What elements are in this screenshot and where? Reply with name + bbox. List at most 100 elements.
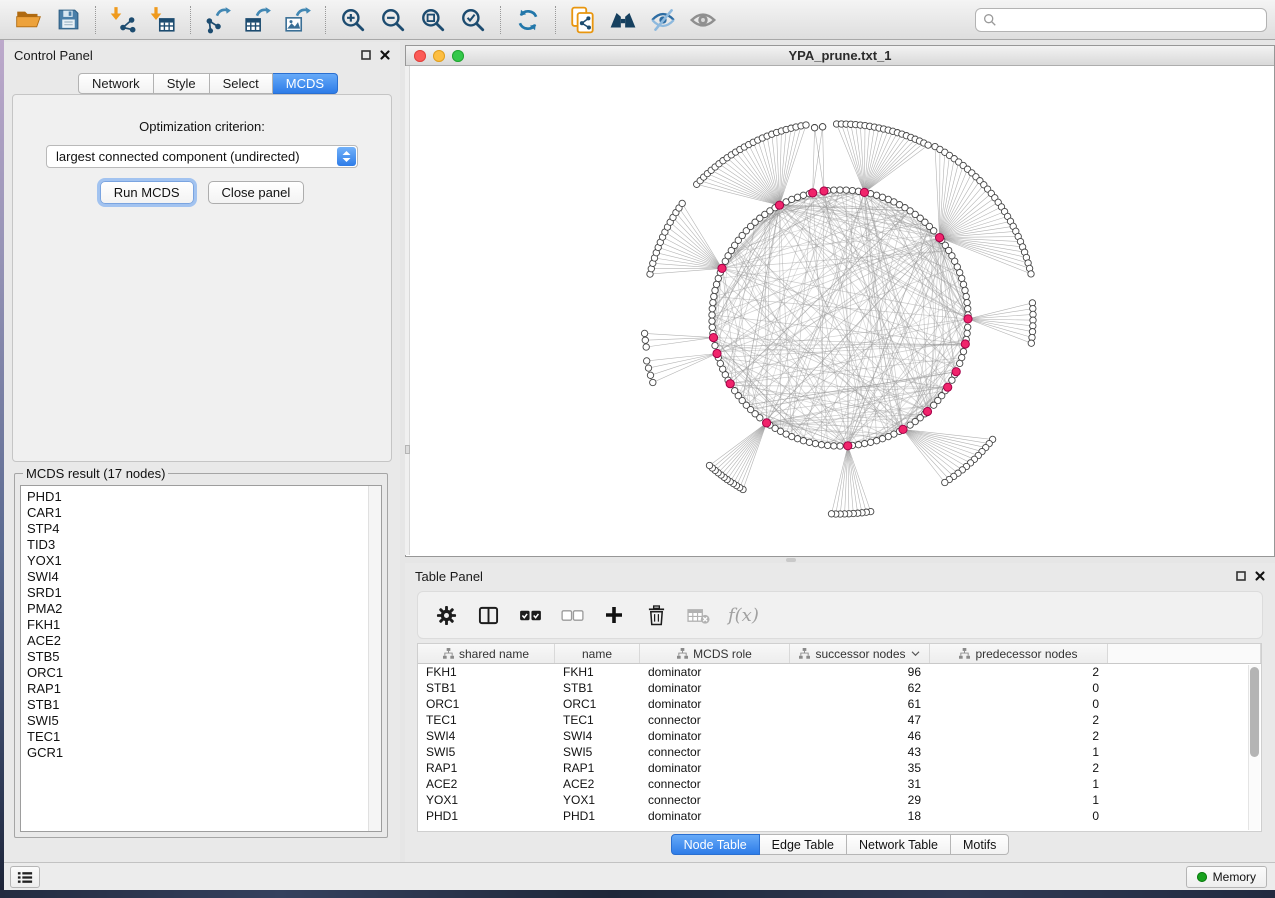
cell-predecessor-nodes: 2	[930, 664, 1108, 680]
mcds-result-item[interactable]: TEC1	[27, 729, 381, 745]
tab-select[interactable]: Select	[210, 73, 273, 94]
close-panel-icon[interactable]	[380, 50, 390, 60]
add-row-icon[interactable]	[602, 603, 626, 627]
column-header-mcds-role[interactable]: MCDS role	[640, 644, 790, 663]
cell-shared-name: YOX1	[418, 792, 555, 808]
table-row[interactable]: STB1STB1dominator620	[418, 680, 1261, 696]
mcds-result-item[interactable]: STB1	[27, 697, 381, 713]
run-mcds-button[interactable]: Run MCDS	[100, 181, 194, 204]
show-details-icon[interactable]	[686, 4, 720, 36]
zoom-out-icon[interactable]	[376, 4, 410, 36]
task-history-button[interactable]	[10, 866, 40, 888]
cell-shared-name: TEC1	[418, 712, 555, 728]
table-row[interactable]: YOX1YOX1connector291	[418, 792, 1261, 808]
float-panel-icon[interactable]	[361, 50, 371, 60]
open-session-icon[interactable]	[11, 4, 45, 36]
float-panel-icon[interactable]	[1236, 571, 1246, 581]
tab-edge-table[interactable]: Edge Table	[760, 834, 847, 855]
mcds-result-item[interactable]: CAR1	[27, 505, 381, 521]
cell-mcds-role: dominator	[640, 680, 790, 696]
mcds-result-item[interactable]: YOX1	[27, 553, 381, 569]
mcds-result-item[interactable]: STP4	[27, 521, 381, 537]
mcds-result-item[interactable]: SRD1	[27, 585, 381, 601]
delete-table-icon[interactable]	[686, 603, 710, 627]
tab-motifs[interactable]: Motifs	[951, 834, 1009, 855]
cell-mcds-role: connector	[640, 712, 790, 728]
mcds-result-item[interactable]: FKH1	[27, 617, 381, 633]
show-columns-icon[interactable]	[476, 603, 500, 627]
table-scrollbar[interactable]	[1248, 665, 1260, 830]
mcds-result-item[interactable]: GCR1	[27, 745, 381, 761]
share-document-icon[interactable]	[566, 4, 600, 36]
import-table-icon[interactable]	[146, 4, 180, 36]
close-panel-icon[interactable]	[1255, 571, 1265, 581]
column-header-name[interactable]: name	[555, 644, 640, 663]
network-left-scrollbar-handle[interactable]	[405, 445, 410, 454]
maximize-window-icon[interactable]	[452, 50, 464, 62]
mcds-result-item[interactable]: PHD1	[27, 489, 381, 505]
minimize-window-icon[interactable]	[433, 50, 445, 62]
network-view-canvas[interactable]	[406, 66, 1274, 556]
table-scrollbar-thumb[interactable]	[1250, 667, 1259, 757]
mcds-result-item[interactable]: SWI5	[27, 713, 381, 729]
export-image-icon[interactable]	[281, 4, 315, 36]
function-builder-icon[interactable]: f(x)	[728, 605, 759, 626]
mcds-result-item[interactable]: ORC1	[27, 665, 381, 681]
cell-successor-nodes: 18	[790, 808, 930, 824]
save-session-icon[interactable]	[51, 4, 85, 36]
main-toolbar	[0, 0, 1275, 40]
search-input[interactable]	[1001, 12, 1259, 28]
import-network-icon[interactable]	[106, 4, 140, 36]
unselect-all-columns-icon[interactable]	[560, 603, 584, 627]
table-row[interactable]: TEC1TEC1connector472	[418, 712, 1261, 728]
cell-predecessor-nodes: 2	[930, 760, 1108, 776]
tab-mcds[interactable]: MCDS	[273, 73, 338, 94]
cell-predecessor-nodes: 0	[930, 808, 1108, 824]
table-row[interactable]: ORC1ORC1dominator610	[418, 696, 1261, 712]
criterion-selected-value: largest connected component (undirected)	[56, 149, 300, 164]
mcds-result-item[interactable]: RAP1	[27, 681, 381, 697]
table-row[interactable]: FKH1FKH1dominator962	[418, 664, 1261, 680]
cell-successor-nodes: 46	[790, 728, 930, 744]
export-network-icon[interactable]	[201, 4, 235, 36]
refresh-view-icon[interactable]	[511, 4, 545, 36]
close-panel-button[interactable]: Close panel	[208, 181, 305, 204]
tab-network[interactable]: Network	[78, 73, 154, 94]
mcds-list-scrollbar[interactable]	[368, 486, 381, 831]
tab-node-table[interactable]: Node Table	[671, 834, 760, 855]
column-header-successor-nodes[interactable]: successor nodes	[790, 644, 930, 663]
criterion-select[interactable]: largest connected component (undirected)	[46, 145, 358, 168]
column-header-predecessor-nodes[interactable]: predecessor nodes	[930, 644, 1108, 663]
tab-style[interactable]: Style	[154, 73, 210, 94]
tab-network-table[interactable]: Network Table	[847, 834, 951, 855]
cell-mcds-role: connector	[640, 792, 790, 808]
memory-button[interactable]: Memory	[1186, 866, 1267, 888]
zoom-in-icon[interactable]	[336, 4, 370, 36]
panel-splitter-grip[interactable]	[786, 558, 796, 562]
export-table-icon[interactable]	[241, 4, 275, 36]
table-row[interactable]: SWI5SWI5connector431	[418, 744, 1261, 760]
search-network-icon[interactable]	[606, 4, 640, 36]
zoom-selected-icon[interactable]	[456, 4, 490, 36]
column-header-shared-name[interactable]: shared name	[418, 644, 555, 663]
table-row[interactable]: ACE2ACE2connector311	[418, 776, 1261, 792]
cell-shared-name: STB1	[418, 680, 555, 696]
close-window-icon[interactable]	[414, 50, 426, 62]
hide-details-icon[interactable]	[646, 4, 680, 36]
mcds-result-item[interactable]: PMA2	[27, 601, 381, 617]
settings-gear-icon[interactable]	[434, 603, 458, 627]
table-row[interactable]: RAP1RAP1dominator352	[418, 760, 1261, 776]
network-left-scrollbar[interactable]	[405, 66, 410, 555]
table-row[interactable]: PHD1PHD1dominator180	[418, 808, 1261, 824]
mcds-result-item[interactable]: STB5	[27, 649, 381, 665]
zoom-fit-icon[interactable]	[416, 4, 450, 36]
select-all-columns-icon[interactable]	[518, 603, 542, 627]
network-graph-canvas[interactable]	[406, 66, 1274, 556]
table-row[interactable]: SWI4SWI4dominator462	[418, 728, 1261, 744]
mcds-result-item[interactable]: ACE2	[27, 633, 381, 649]
mcds-result-item[interactable]: SWI4	[27, 569, 381, 585]
cell-successor-nodes: 47	[790, 712, 930, 728]
mcds-result-item[interactable]: TID3	[27, 537, 381, 553]
table-panel-title: Table Panel	[415, 569, 483, 584]
delete-rows-icon[interactable]	[644, 603, 668, 627]
